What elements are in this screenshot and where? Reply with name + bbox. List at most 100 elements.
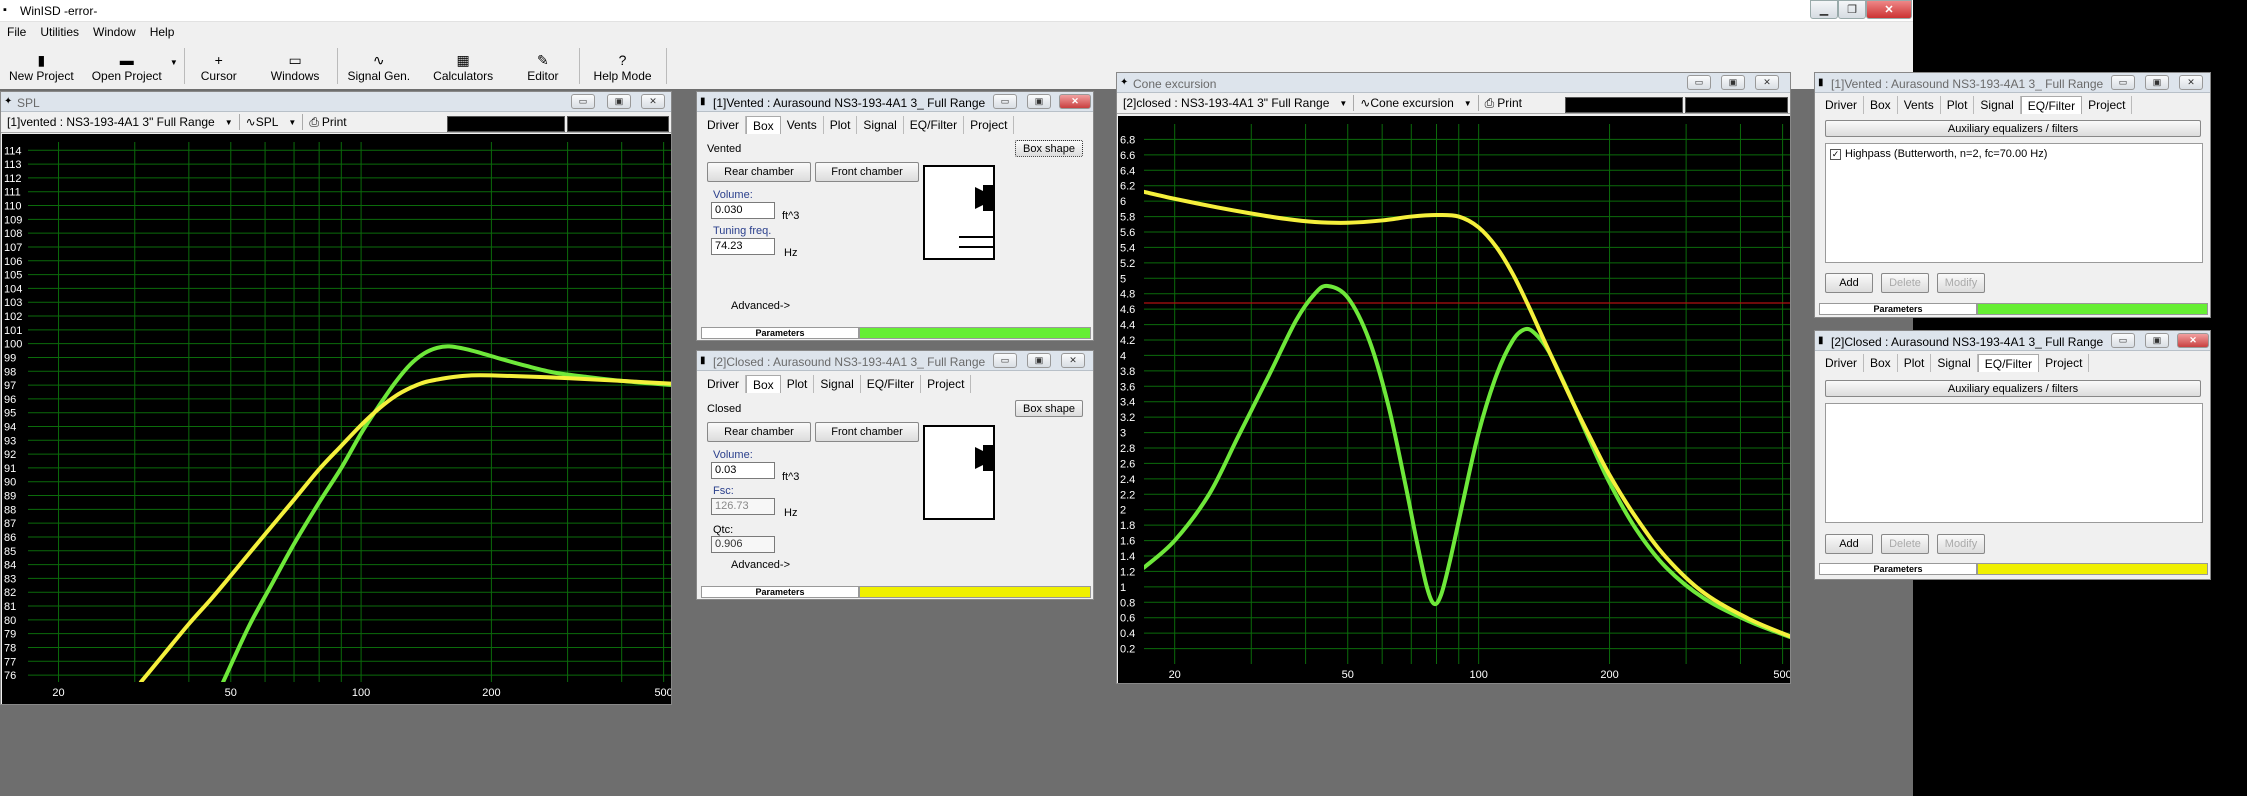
checkbox-checked-icon[interactable]: ✓	[1830, 148, 1841, 160]
tab-plot[interactable]: Plot	[781, 375, 815, 393]
cursor-button[interactable]: + Cursor	[185, 44, 253, 86]
tab-box[interactable]: Box	[746, 116, 781, 134]
menu-utilities[interactable]: Utilities	[33, 22, 86, 42]
calculators-button[interactable]: ▦ Calculators	[419, 44, 507, 86]
vented-eq-close-button[interactable]: ✕	[2179, 75, 2203, 90]
cone-excursion-chart[interactable]: 0.2 0.4 0.6 0.8 1 1.2 1.4 1.6 1.8 2 2.2 2.4 2.6 2.8 3 3…	[1118, 116, 1790, 683]
vented-eq-maximize-button[interactable]: ▣	[2145, 75, 2169, 90]
eq-filter-list[interactable]: ✓ Highpass (Butterworth, n=2, fc=70.00 H…	[1825, 143, 2203, 263]
rear-chamber-button[interactable]: Rear chamber	[707, 162, 811, 182]
spl-maximize-button[interactable]: ▣	[607, 94, 631, 109]
tab-plot[interactable]: Plot	[1898, 354, 1932, 372]
tab-project[interactable]: Project	[2039, 354, 2090, 372]
spl-minimize-button[interactable]: ▭	[571, 94, 595, 109]
aux-eq-header-button[interactable]: Auxiliary equalizers / filters	[1825, 380, 2201, 397]
spl-driver-select[interactable]: [1]vented : NS3-193-4A1 3" Full Range ▼	[1, 115, 239, 129]
aux-eq-header-button[interactable]: Auxiliary equalizers / filters	[1825, 120, 2201, 137]
tab-eq-filter[interactable]: EQ/Filter	[2020, 96, 2083, 114]
y-tick-label: 113	[4, 159, 22, 171]
close-button[interactable]: ✕	[1866, 0, 1912, 19]
spl-close-button[interactable]: ✕	[641, 94, 665, 109]
cone-excursion-plot[interactable]: 0.2 0.4 0.6 0.8 1 1.2 1.4 1.6 1.8 2 2.2 2.4 2.6 2.8 3 3…	[1118, 116, 1790, 683]
delete-button[interactable]: Delete	[1881, 534, 1929, 554]
y-tick-label: 4.4	[1120, 320, 1135, 332]
tab-project[interactable]: Project	[2082, 96, 2133, 114]
tab-signal[interactable]: Signal	[1931, 354, 1978, 372]
front-chamber-button[interactable]: Front chamber	[815, 162, 919, 182]
add-button[interactable]: Add	[1825, 534, 1873, 554]
tab-box[interactable]: Box	[1864, 354, 1898, 372]
box-shape-button[interactable]: Box shape	[1015, 140, 1083, 157]
menu-help[interactable]: Help	[143, 22, 182, 42]
tab-driver[interactable]: Driver	[701, 375, 746, 393]
tab-driver[interactable]: Driver	[1819, 96, 1864, 114]
excursion-print-button[interactable]: ⎙ Print	[1479, 96, 1528, 111]
excursion-graph-type-select[interactable]: ∿ Cone excursion ▼	[1354, 96, 1477, 110]
x-tick-label: 20	[52, 687, 64, 699]
y-tick-label: 5.4	[1120, 242, 1135, 254]
tuning-input[interactable]: 74.23	[711, 238, 775, 255]
windows-button[interactable]: ▭ Windows	[253, 44, 338, 86]
modify-button[interactable]: Modify	[1937, 534, 1985, 554]
printer-icon: ⎙	[1484, 95, 1495, 110]
help-mode-button[interactable]: ? Help Mode	[580, 44, 666, 86]
excursion-maximize-button[interactable]: ▣	[1721, 75, 1745, 90]
spl-graph-type-select[interactable]: ∿ SPL ▼	[240, 115, 303, 129]
new-project-button[interactable]: ▮ New Project	[0, 44, 83, 86]
tab-signal[interactable]: Signal	[857, 116, 904, 134]
excursion-driver-select[interactable]: [2]closed : NS3-193-4A1 3" Full Range ▼	[1117, 96, 1353, 110]
tab-box[interactable]: Box	[1864, 96, 1898, 114]
excursion-close-button[interactable]: ✕	[1755, 75, 1779, 90]
tab-driver[interactable]: Driver	[701, 116, 746, 134]
tab-vents[interactable]: Vents	[1898, 96, 1941, 114]
tab-project[interactable]: Project	[964, 116, 1015, 134]
modify-button[interactable]: Modify	[1937, 273, 1985, 293]
advanced-link[interactable]: Advanced->	[731, 300, 790, 312]
restore-button[interactable]: ❐	[1838, 0, 1866, 19]
signal-gen-button[interactable]: ∿ Signal Gen.	[338, 44, 419, 86]
tab-eq-filter[interactable]: EQ/Filter	[904, 116, 965, 134]
tab-signal[interactable]: Signal	[1974, 96, 2021, 114]
dropdown-arrow-icon[interactable]: ▼	[170, 58, 178, 67]
tab-vents[interactable]: Vents	[781, 116, 824, 134]
excursion-minimize-button[interactable]: ▭	[1687, 75, 1711, 90]
rear-chamber-button[interactable]: Rear chamber	[707, 422, 811, 442]
add-button[interactable]: Add	[1825, 273, 1873, 293]
tab-plot[interactable]: Plot	[824, 116, 858, 134]
closed-box-maximize-button[interactable]: ▣	[1027, 353, 1051, 368]
closed-eq-minimize-button[interactable]: ▭	[2111, 333, 2135, 348]
spl-print-button[interactable]: ⎙ Print	[303, 115, 352, 130]
tab-driver[interactable]: Driver	[1819, 354, 1864, 372]
vented-box-maximize-button[interactable]: ▣	[1027, 94, 1051, 109]
closed-box-minimize-button[interactable]: ▭	[993, 353, 1017, 368]
advanced-link[interactable]: Advanced->	[731, 559, 790, 571]
box-shape-button[interactable]: Box shape	[1015, 400, 1083, 417]
tab-signal[interactable]: Signal	[814, 375, 861, 393]
minimize-button[interactable]: ▁	[1810, 0, 1838, 19]
tab-project[interactable]: Project	[921, 375, 972, 393]
closed-eq-close-button[interactable]: ✕	[2177, 333, 2209, 348]
y-tick-label: 109	[4, 214, 22, 226]
closed-eq-maximize-button[interactable]: ▣	[2145, 333, 2169, 348]
delete-button[interactable]: Delete	[1881, 273, 1929, 293]
front-chamber-button[interactable]: Front chamber	[815, 422, 919, 442]
tab-plot[interactable]: Plot	[1941, 96, 1975, 114]
tab-box[interactable]: Box	[746, 375, 781, 393]
spl-plot[interactable]: 76 77 78 79 80 81 82 83 84 85 86 87 88 89 90 91 92 93 94 95…	[2, 134, 671, 704]
eq-filter-list[interactable]	[1825, 403, 2203, 523]
list-item[interactable]: ✓ Highpass (Butterworth, n=2, fc=70.00 H…	[1830, 148, 2047, 160]
tab-eq-filter[interactable]: EQ/Filter	[861, 375, 922, 393]
volume-input[interactable]: 0.030	[711, 202, 775, 219]
vented-eq-minimize-button[interactable]: ▭	[2111, 75, 2135, 90]
menu-file[interactable]: File	[0, 22, 33, 42]
editor-button[interactable]: ✎ Editor	[507, 44, 578, 86]
closed-box-close-button[interactable]: ✕	[1061, 353, 1085, 368]
menu-window[interactable]: Window	[86, 22, 143, 42]
spl-chart[interactable]: 76 77 7879 80 81 82 8384 85 86 87 8889 90 91 92 9394 95…	[2, 134, 671, 704]
vented-box-close-button[interactable]: ✕	[1059, 94, 1091, 109]
closed-parameters-bar: Parameters	[701, 586, 1091, 598]
vented-box-minimize-button[interactable]: ▭	[993, 94, 1017, 109]
volume-input[interactable]: 0.03	[711, 462, 775, 479]
tab-eq-filter[interactable]: EQ/Filter	[1977, 354, 2040, 372]
open-project-button[interactable]: ▬ Open Project ▼	[83, 44, 184, 86]
